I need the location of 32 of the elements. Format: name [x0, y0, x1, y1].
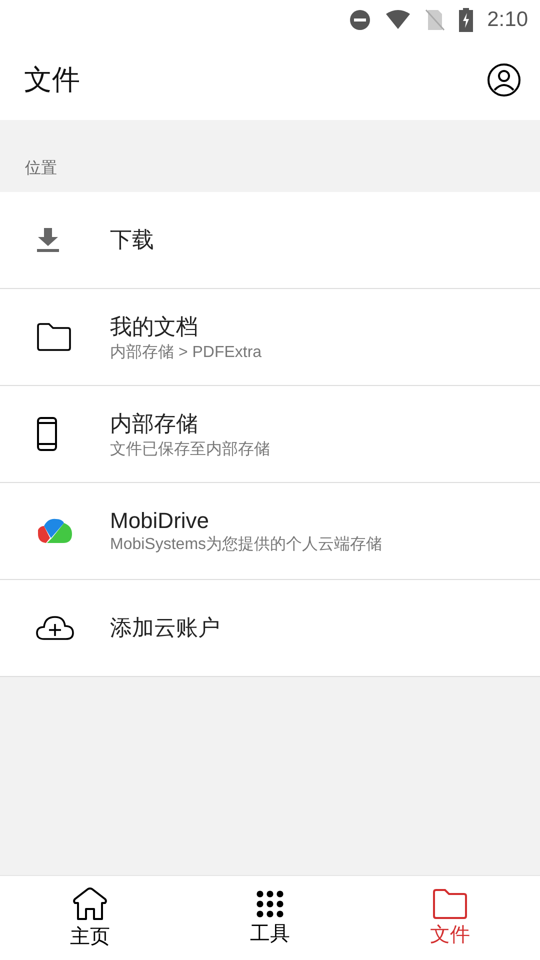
home-icon [72, 886, 108, 920]
location-item[interactable]: 下载 [0, 192, 540, 289]
location-subtitle: 文件已保存至内部存储 [110, 440, 270, 460]
wifi-icon [385, 10, 412, 30]
location-item[interactable]: 内部存储 文件已保存至内部存储 [0, 386, 540, 483]
folder-icon [432, 888, 468, 918]
add-cloud-icon [36, 615, 74, 641]
phone-icon [36, 417, 58, 451]
location-title: 内部存储 [110, 410, 199, 438]
no-sim-icon [425, 9, 446, 31]
location-title: 下载 [110, 226, 154, 254]
nav-tab[interactable]: 文件 [360, 876, 540, 960]
clock-time: 2:10 [487, 8, 528, 32]
location-subtitle: 内部存储 > PDFExtra [110, 342, 262, 362]
nav-tab[interactable]: 主页 [0, 876, 180, 960]
nav-tab[interactable]: 工具 [180, 876, 360, 960]
location-item[interactable]: 我的文档 内部存储 > PDFExtra [0, 289, 540, 386]
location-title: MobiDrive [110, 508, 210, 534]
cloud-logo-icon [36, 518, 74, 544]
download-icon [36, 227, 60, 253]
location-title: 我的文档 [110, 312, 199, 340]
location-item[interactable]: 添加云账户 [0, 580, 540, 677]
location-title: 添加云账户 [110, 614, 220, 642]
battery-charging-icon [459, 8, 474, 32]
location-subtitle: MobiSystems为您提供的个人云端存储 [110, 534, 382, 554]
grid-icon [256, 890, 284, 918]
page-title: 文件 [24, 62, 80, 98]
location-item[interactable]: MobiDrive MobiSystems为您提供的个人云端存储 [0, 483, 540, 580]
account-button[interactable] [487, 63, 521, 97]
section-label: 位置 [25, 158, 57, 178]
folder-icon [36, 323, 72, 351]
do-not-disturb-icon [349, 9, 372, 31]
